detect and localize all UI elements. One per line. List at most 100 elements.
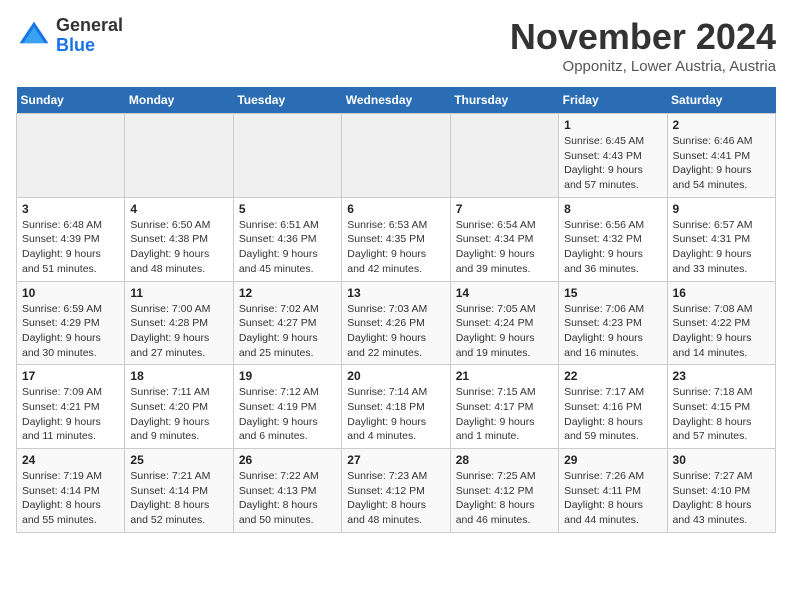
calendar-cell [233, 114, 341, 198]
weekday-header-row: SundayMondayTuesdayWednesdayThursdayFrid… [17, 87, 776, 114]
day-number: 19 [239, 369, 336, 383]
week-row-5: 24Sunrise: 7:19 AM Sunset: 4:14 PM Dayli… [17, 449, 776, 533]
calendar-cell: 14 Sunrise: 7:05 AM Sunset: 4:24 PM Dayli… [450, 281, 558, 365]
calendar-cell: 21 Sunrise: 7:15 AM Sunset: 4:17 PM Dayli… [450, 365, 558, 449]
day-number: 22 [564, 369, 661, 383]
calendar-cell: 13Sunrise: 7:03 AM Sunset: 4:26 PM Dayli… [342, 281, 450, 365]
calendar-cell: 17Sunrise: 7:09 AM Sunset: 4:21 PM Dayli… [17, 365, 125, 449]
calendar-cell: 26Sunrise: 7:22 AM Sunset: 4:13 PM Dayli… [233, 449, 341, 533]
weekday-tuesday: Tuesday [233, 87, 341, 114]
day-info: Sunrise: 7:25 AM Sunset: 4:12 PM Dayligh… [456, 469, 553, 528]
day-info: Sunrise: 7:09 AM Sunset: 4:21 PM Dayligh… [22, 385, 119, 444]
logo-text: General Blue [56, 16, 123, 56]
day-info: Sunrise: 7:19 AM Sunset: 4:14 PM Dayligh… [22, 469, 119, 528]
day-number: 15 [564, 286, 661, 300]
day-info: Sunrise: 7:22 AM Sunset: 4:13 PM Dayligh… [239, 469, 336, 528]
day-number: 4 [130, 202, 227, 216]
calendar-cell [342, 114, 450, 198]
page-header: General Blue November 2024 Opponitz, Low… [16, 16, 776, 75]
day-number: 7 [456, 202, 553, 216]
day-number: 27 [347, 453, 444, 467]
weekday-thursday: Thursday [450, 87, 558, 114]
day-info: Sunrise: 7:26 AM Sunset: 4:11 PM Dayligh… [564, 469, 661, 528]
day-info: Sunrise: 6:45 AM Sunset: 4:43 PM Dayligh… [564, 134, 661, 193]
calendar-cell: 8 Sunrise: 6:56 AM Sunset: 4:32 PM Daylig… [559, 197, 667, 281]
title-section: November 2024 Opponitz, Lower Austria, A… [510, 16, 776, 75]
day-info: Sunrise: 7:11 AM Sunset: 4:20 PM Dayligh… [130, 385, 227, 444]
day-info: Sunrise: 7:08 AM Sunset: 4:22 PM Dayligh… [673, 302, 770, 361]
location: Opponitz, Lower Austria, Austria [510, 58, 776, 75]
calendar-cell: 18 Sunrise: 7:11 AM Sunset: 4:20 PM Dayli… [125, 365, 233, 449]
calendar-table: SundayMondayTuesdayWednesdayThursdayFrid… [16, 87, 776, 533]
month-title: November 2024 [510, 16, 776, 58]
day-info: Sunrise: 6:48 AM Sunset: 4:39 PM Dayligh… [22, 218, 119, 277]
day-number: 16 [673, 286, 770, 300]
day-info: Sunrise: 7:00 AM Sunset: 4:28 PM Dayligh… [130, 302, 227, 361]
day-info: Sunrise: 6:57 AM Sunset: 4:31 PM Dayligh… [673, 218, 770, 277]
calendar-cell: 10 Sunrise: 6:59 AM Sunset: 4:29 PM Dayli… [17, 281, 125, 365]
day-info: Sunrise: 6:51 AM Sunset: 4:36 PM Dayligh… [239, 218, 336, 277]
calendar-cell: 16 Sunrise: 7:08 AM Sunset: 4:22 PM Dayli… [667, 281, 775, 365]
week-row-2: 3 Sunrise: 6:48 AM Sunset: 4:39 PM Daylig… [17, 197, 776, 281]
day-info: Sunrise: 7:27 AM Sunset: 4:10 PM Dayligh… [673, 469, 770, 528]
calendar-cell [450, 114, 558, 198]
day-number: 2 [673, 118, 770, 132]
day-info: Sunrise: 7:18 AM Sunset: 4:15 PM Dayligh… [673, 385, 770, 444]
day-info: Sunrise: 7:15 AM Sunset: 4:17 PM Dayligh… [456, 385, 553, 444]
calendar-cell: 30 Sunrise: 7:27 AM Sunset: 4:10 PM Dayli… [667, 449, 775, 533]
day-info: Sunrise: 6:53 AM Sunset: 4:35 PM Dayligh… [347, 218, 444, 277]
calendar-cell: 23Sunrise: 7:18 AM Sunset: 4:15 PM Dayli… [667, 365, 775, 449]
day-number: 8 [564, 202, 661, 216]
calendar-cell: 6Sunrise: 6:53 AM Sunset: 4:35 PM Daylig… [342, 197, 450, 281]
day-info: Sunrise: 7:12 AM Sunset: 4:19 PM Dayligh… [239, 385, 336, 444]
day-info: Sunrise: 7:02 AM Sunset: 4:27 PM Dayligh… [239, 302, 336, 361]
weekday-wednesday: Wednesday [342, 87, 450, 114]
calendar-cell: 7 Sunrise: 6:54 AM Sunset: 4:34 PM Daylig… [450, 197, 558, 281]
calendar-cell: 5Sunrise: 6:51 AM Sunset: 4:36 PM Daylig… [233, 197, 341, 281]
day-number: 25 [130, 453, 227, 467]
calendar-cell: 3 Sunrise: 6:48 AM Sunset: 4:39 PM Daylig… [17, 197, 125, 281]
calendar-cell: 24Sunrise: 7:19 AM Sunset: 4:14 PM Dayli… [17, 449, 125, 533]
day-info: Sunrise: 6:50 AM Sunset: 4:38 PM Dayligh… [130, 218, 227, 277]
calendar-cell: 2 Sunrise: 6:46 AM Sunset: 4:41 PM Daylig… [667, 114, 775, 198]
day-number: 21 [456, 369, 553, 383]
day-number: 14 [456, 286, 553, 300]
calendar-cell: 29 Sunrise: 7:26 AM Sunset: 4:11 PM Dayli… [559, 449, 667, 533]
calendar-cell: 27Sunrise: 7:23 AM Sunset: 4:12 PM Dayli… [342, 449, 450, 533]
calendar-cell: 20 Sunrise: 7:14 AM Sunset: 4:18 PM Dayli… [342, 365, 450, 449]
calendar-cell [125, 114, 233, 198]
day-number: 9 [673, 202, 770, 216]
day-number: 1 [564, 118, 661, 132]
day-number: 13 [347, 286, 444, 300]
day-info: Sunrise: 6:46 AM Sunset: 4:41 PM Dayligh… [673, 134, 770, 193]
day-number: 3 [22, 202, 119, 216]
weekday-sunday: Sunday [17, 87, 125, 114]
day-info: Sunrise: 7:05 AM Sunset: 4:24 PM Dayligh… [456, 302, 553, 361]
day-number: 10 [22, 286, 119, 300]
calendar-cell: 22Sunrise: 7:17 AM Sunset: 4:16 PM Dayli… [559, 365, 667, 449]
day-number: 18 [130, 369, 227, 383]
weekday-monday: Monday [125, 87, 233, 114]
day-number: 30 [673, 453, 770, 467]
logo-icon [16, 18, 52, 54]
calendar-cell: 28Sunrise: 7:25 AM Sunset: 4:12 PM Dayli… [450, 449, 558, 533]
day-info: Sunrise: 6:54 AM Sunset: 4:34 PM Dayligh… [456, 218, 553, 277]
day-info: Sunrise: 7:14 AM Sunset: 4:18 PM Dayligh… [347, 385, 444, 444]
day-info: Sunrise: 6:56 AM Sunset: 4:32 PM Dayligh… [564, 218, 661, 277]
day-info: Sunrise: 7:06 AM Sunset: 4:23 PM Dayligh… [564, 302, 661, 361]
calendar-cell: 11 Sunrise: 7:00 AM Sunset: 4:28 PM Dayli… [125, 281, 233, 365]
calendar-cell: 1 Sunrise: 6:45 AM Sunset: 4:43 PM Daylig… [559, 114, 667, 198]
day-number: 20 [347, 369, 444, 383]
day-number: 12 [239, 286, 336, 300]
calendar-cell: 19 Sunrise: 7:12 AM Sunset: 4:19 PM Dayli… [233, 365, 341, 449]
weekday-friday: Friday [559, 87, 667, 114]
calendar-cell: 25 Sunrise: 7:21 AM Sunset: 4:14 PM Dayli… [125, 449, 233, 533]
week-row-4: 17Sunrise: 7:09 AM Sunset: 4:21 PM Dayli… [17, 365, 776, 449]
day-info: Sunrise: 7:21 AM Sunset: 4:14 PM Dayligh… [130, 469, 227, 528]
day-number: 11 [130, 286, 227, 300]
logo: General Blue [16, 16, 123, 56]
calendar-cell: 4 Sunrise: 6:50 AM Sunset: 4:38 PM Daylig… [125, 197, 233, 281]
day-info: Sunrise: 6:59 AM Sunset: 4:29 PM Dayligh… [22, 302, 119, 361]
day-number: 29 [564, 453, 661, 467]
weekday-saturday: Saturday [667, 87, 775, 114]
